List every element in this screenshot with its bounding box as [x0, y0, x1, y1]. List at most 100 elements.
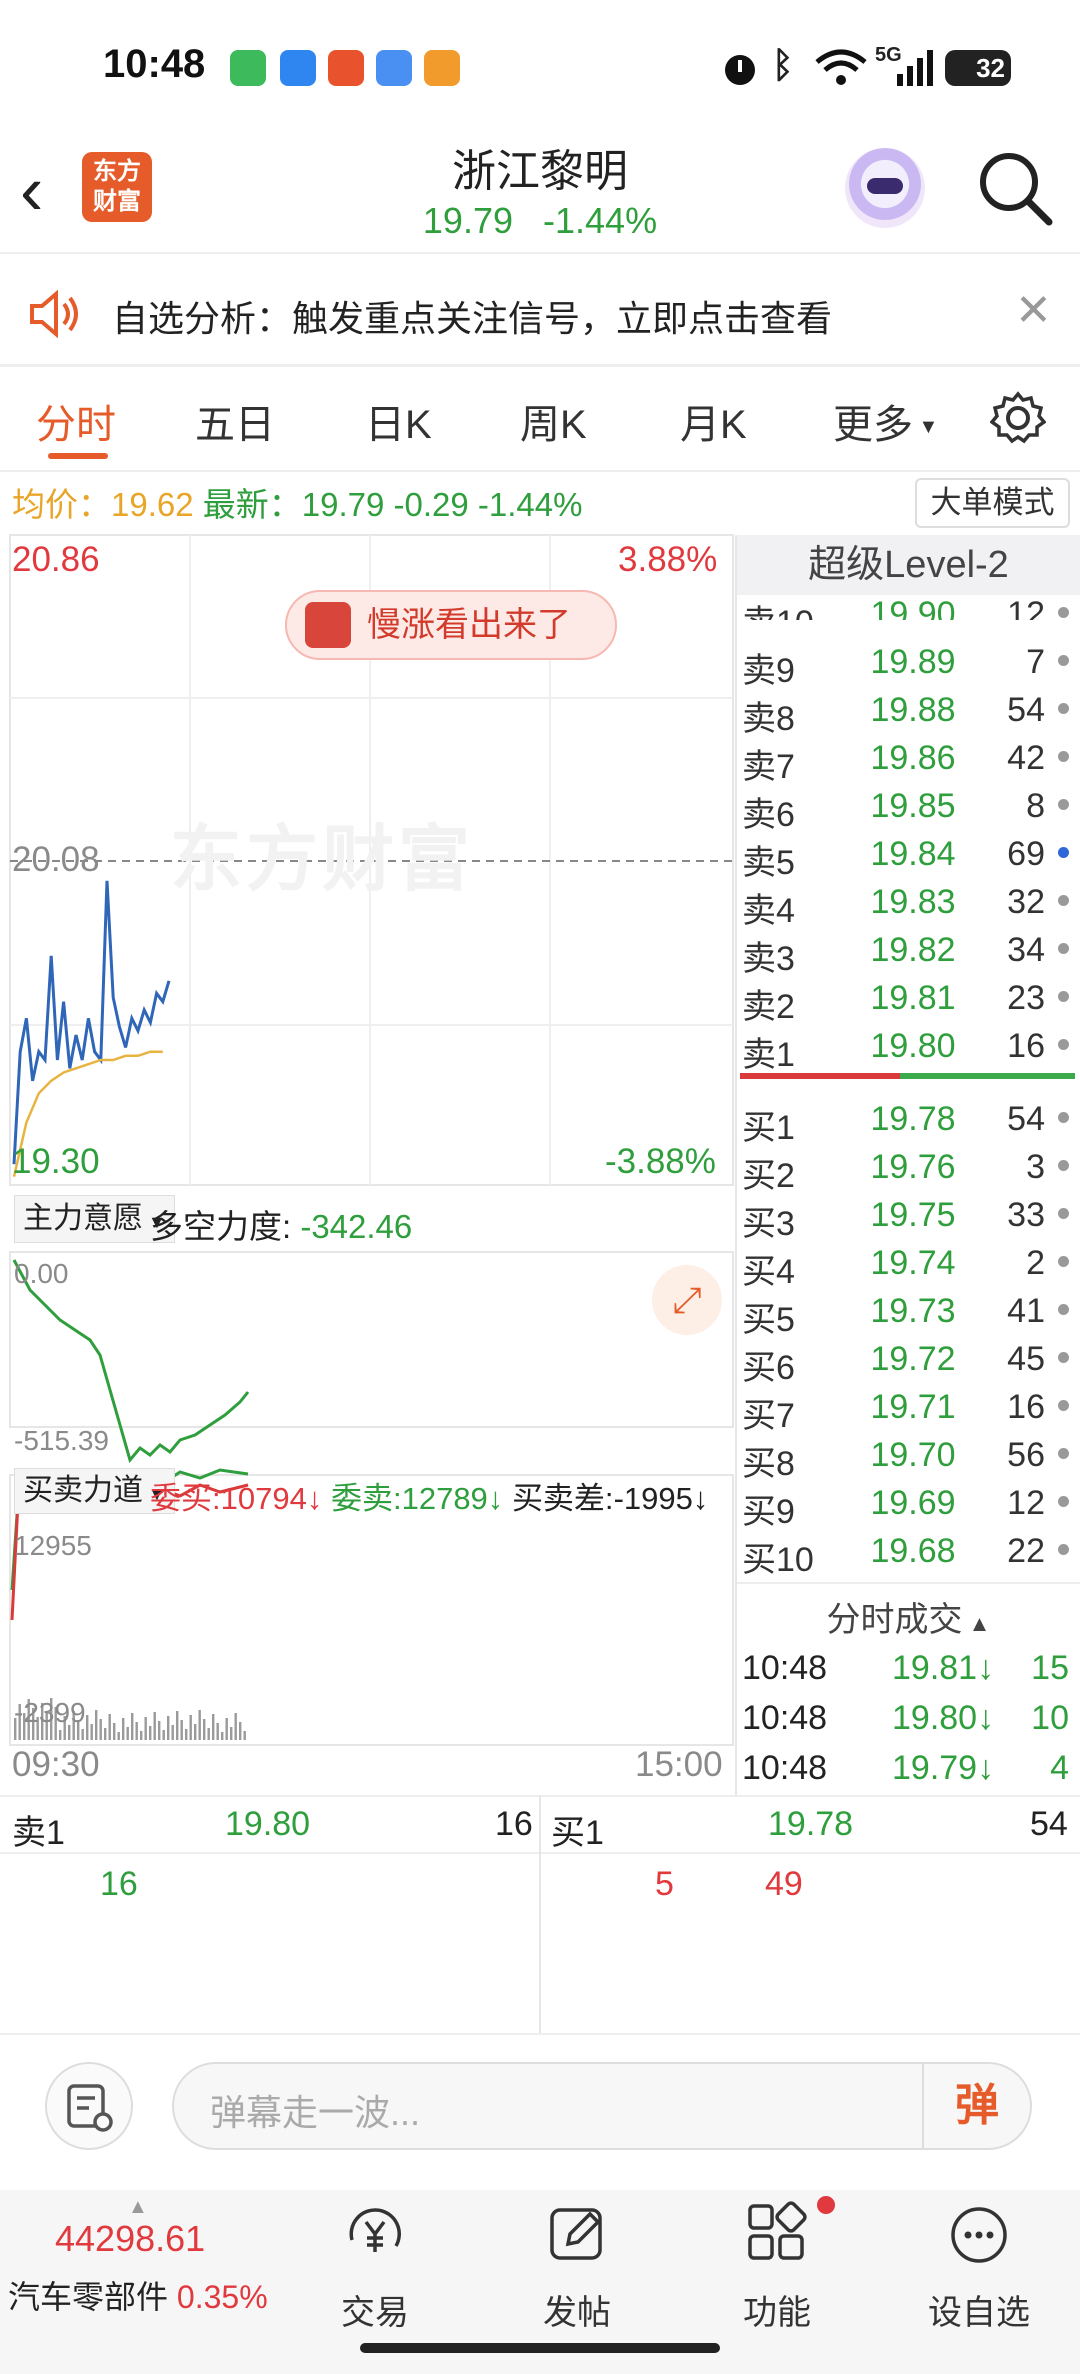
bid-row[interactable]: 买1 19.78 54 — [740, 1095, 1075, 1147]
caret-up-icon: ▲ — [128, 2196, 148, 2218]
gear-icon[interactable] — [990, 390, 1046, 446]
notice-text[interactable]: 自选分析：触发重点关注信号，立即点击查看 — [112, 290, 832, 342]
ask-qty: 12 — [1007, 595, 1045, 620]
bid-row[interactable]: 买10 19.68 22 — [740, 1527, 1075, 1579]
trend-badge[interactable]: 慢涨看出来了 — [285, 590, 617, 660]
bid-qty: 2 — [1026, 1244, 1045, 1282]
divider — [737, 1582, 1080, 1584]
battery-icon: 32 — [945, 50, 1011, 86]
tab-more[interactable]: 更多 ▼ — [833, 392, 938, 450]
assistant-robot-icon[interactable] — [845, 148, 925, 228]
tick-price: 19.80↓ — [892, 1699, 995, 1737]
danmu-input[interactable]: 弹幕走一波... 弹 — [172, 2062, 1032, 2150]
volume-bar — [122, 1718, 125, 1740]
tab-daily-k[interactable]: 日K — [365, 392, 432, 450]
bid-row[interactable]: 买9 19.69 12 — [740, 1479, 1075, 1531]
ask-level-label: 卖6 — [742, 796, 795, 834]
bid-row[interactable]: 买6 19.72 45 — [740, 1335, 1075, 1387]
order-dot-icon — [1058, 1544, 1069, 1555]
time-end-label: 15:00 — [635, 1745, 723, 1784]
index-pct: 0.35% — [176, 2279, 268, 2315]
ask-row[interactable]: 卖1 19.80 16 — [740, 1022, 1075, 1074]
header-divider — [0, 252, 1080, 254]
bid-level-label: 买3 — [742, 1205, 795, 1243]
last-value: 19.79 — [301, 486, 385, 523]
ask-row[interactable]: 卖2 19.81 23 — [740, 974, 1075, 1026]
ask-row[interactable]: 卖6 19.85 8 — [740, 782, 1075, 834]
indicator1-readout: 多空力度: -342.46 — [150, 1200, 412, 1248]
ask-row[interactable]: 卖4 19.83 32 — [740, 878, 1075, 930]
nav-add-favorite[interactable]: 设自选 — [899, 2200, 1059, 2334]
weimai2-label: 委卖: — [330, 1481, 402, 1516]
app-notification-icon — [280, 50, 316, 86]
index-info[interactable]: 汽车零部件 0.35% — [8, 2272, 268, 2318]
ask-level-label: 卖5 — [742, 844, 795, 882]
bid-row[interactable]: 买4 19.74 2 — [740, 1239, 1075, 1291]
danmu-settings-button[interactable] — [45, 2062, 133, 2150]
ask-row[interactable]: 卖8 19.88 54 — [740, 686, 1075, 738]
ref-price-label: 20.08 — [12, 840, 100, 879]
weimai2-value: 12789↓ — [401, 1481, 504, 1516]
divider — [0, 364, 1080, 367]
order-dot-icon — [1058, 1208, 1069, 1219]
ask-qty: 34 — [1007, 931, 1045, 969]
ask-row[interactable]: 卖5 19.84 69 — [740, 830, 1075, 882]
bid-level-label: 买6 — [742, 1349, 795, 1387]
tick-row: 10:48 19.80↓ 10 — [740, 1695, 1075, 1745]
tab-monthly-k[interactable]: 月K — [680, 392, 747, 450]
volume-bar — [198, 1710, 201, 1740]
expand-icon[interactable]: ⤢ — [652, 1265, 722, 1335]
nav-post[interactable]: 发帖 — [497, 2200, 657, 2334]
indicator1-select-label: 主力意愿 — [23, 1202, 143, 1235]
index-value[interactable]: 44298.61 — [55, 2218, 205, 2260]
volume-bar — [189, 1715, 192, 1740]
big-order-mode-button[interactable]: 大单模式 — [915, 478, 1070, 528]
notification-dot — [817, 2196, 835, 2214]
queue-sell-label: 卖1 — [12, 1814, 65, 1852]
volume-bar — [108, 1714, 111, 1740]
bid-row[interactable]: 买3 19.75 33 — [740, 1191, 1075, 1243]
queue-sell-order: 16 — [100, 1865, 138, 1903]
tick-qty: 4 — [1050, 1749, 1069, 1787]
volume-bar — [113, 1723, 116, 1740]
ask-row[interactable]: 卖10 19.90 12 — [740, 590, 1075, 620]
tab-weekly-k[interactable]: 周K — [520, 392, 587, 450]
bid-price: 19.76 — [870, 1148, 956, 1186]
nav-functions[interactable]: 功能 — [697, 2200, 857, 2334]
danmu-send-button[interactable]: 弹 — [922, 2064, 1030, 2148]
ask-price: 19.85 — [870, 787, 956, 825]
bid-row[interactable]: 买8 19.70 56 — [740, 1431, 1075, 1483]
volume-bar — [207, 1728, 210, 1740]
order-dot-icon — [1058, 1304, 1069, 1315]
nav-trade[interactable]: 交易 — [295, 2200, 455, 2334]
tab-five-day[interactable]: 五日 — [195, 392, 275, 450]
search-icon[interactable] — [975, 148, 1055, 228]
bid-level-label: 买5 — [742, 1301, 795, 1339]
order-dot-icon — [1058, 991, 1069, 1002]
ask-row[interactable]: 卖7 19.86 42 — [740, 734, 1075, 786]
speaker-icon — [30, 290, 78, 338]
ask-bid-split-green — [900, 1073, 1075, 1079]
ask-row[interactable]: 卖9 19.89 7 — [740, 638, 1075, 690]
last-label: 最新： — [202, 486, 302, 523]
bid-row[interactable]: 买7 19.71 16 — [740, 1383, 1075, 1435]
bid-level-label: 买9 — [742, 1493, 795, 1531]
status-bar: 10:48 ᛒ 5G 32 — [0, 0, 1080, 130]
tab-intraday[interactable]: 分时 — [36, 392, 116, 450]
order-dot-icon — [1058, 607, 1069, 618]
close-icon[interactable]: ✕ — [1015, 285, 1052, 336]
level2-title[interactable]: 超级Level-2 — [737, 535, 1080, 595]
ask-row[interactable]: 卖3 19.82 34 — [740, 926, 1075, 978]
price-series-line — [12, 880, 171, 1165]
volume-bar — [203, 1719, 206, 1740]
volume-bar — [162, 1730, 165, 1740]
bid-row[interactable]: 买5 19.73 41 — [740, 1287, 1075, 1339]
volume-bar — [126, 1727, 129, 1740]
app-notification-icon — [328, 50, 364, 86]
ticks-header[interactable]: 分时成交 ▲ — [737, 1592, 1080, 1641]
price-info-row: 均价：19.62 最新：19.79 -0.29 -1.44% — [12, 478, 582, 526]
firecracker-icon — [305, 602, 351, 648]
bid-qty: 33 — [1007, 1196, 1045, 1234]
queue-buy-order: 5 — [655, 1865, 674, 1903]
bid-row[interactable]: 买2 19.76 3 — [740, 1143, 1075, 1195]
